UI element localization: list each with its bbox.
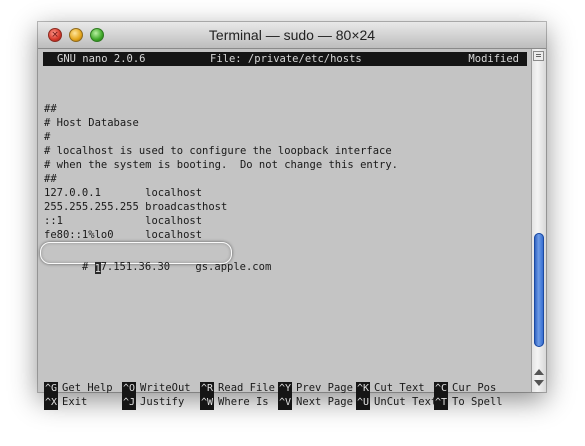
file-line[interactable]: # when the system is booting. Do not cha… [44,158,398,172]
shortcut-label: Cur Pos [452,382,497,394]
scroll-up-arrow-icon[interactable] [534,369,544,375]
shortcut-key: ^X [44,396,59,410]
file-lines[interactable]: ## # Host Database # # localhost is used… [44,102,398,242]
shortcut-exit[interactable]: ^X Exit [44,395,88,410]
shortcut-label: Read File [218,382,275,394]
file-line[interactable]: # localhost is used to configure the loo… [44,144,398,158]
shortcut-label: Where Is [218,396,269,408]
highlighted-line-rest: 7.151.36.30 gs.apple.com [100,261,272,273]
text-cursor: 1 [94,262,101,275]
shortcut-label: Exit [62,396,88,408]
shortcut-label: WriteOut [140,382,191,394]
shortcut-next-page[interactable]: ^V Next Page [278,395,353,410]
shortcut-read-file[interactable]: ^R Read File [200,381,275,396]
shortcut-to-spell[interactable]: ^T To Spell [434,395,503,410]
shortcut-writeout[interactable]: ^O WriteOut [122,381,191,396]
file-line[interactable]: ::1 localhost [44,214,398,228]
shortcut-cut-text[interactable]: ^K Cut Text [356,381,425,396]
shortcut-label: Prev Page [296,382,353,394]
shortcut-cur-pos[interactable]: ^C Cur Pos [434,381,497,396]
shortcut-key: ^K [356,382,371,396]
shortcut-label: Justify [140,396,185,408]
shortcut-justify[interactable]: ^J Justify [122,395,185,410]
terminal-window: × Terminal — sudo — 80×24 GNU nano 2.0.6… [38,22,546,410]
shortcut-key: ^V [278,396,293,410]
vertical-scrollbar[interactable] [531,49,546,392]
nano-header-bar: GNU nano 2.0.6 File: /private/etc/hosts … [43,52,527,66]
shortcut-get-help[interactable]: ^G Get Help [44,381,113,396]
file-line[interactable]: # [44,130,398,144]
shortcut-label: Get Help [62,382,113,394]
highlighted-line-prefix: # [81,261,95,273]
shortcut-key: ^G [44,382,59,396]
shortcut-prev-page[interactable]: ^Y Prev Page [278,381,353,396]
shortcut-key: ^J [122,396,137,410]
shortcut-key: ^O [122,382,137,396]
title-bar[interactable]: × Terminal — sudo — 80×24 [38,22,546,49]
split-pane-icon[interactable] [533,51,544,61]
shortcut-key: ^W [200,396,215,410]
nano-modified-status: Modified [468,53,519,65]
shortcut-label: Cut Text [374,382,425,394]
file-line[interactable]: fe80::1%lo0 localhost [44,228,398,242]
shortcut-key: ^Y [278,382,293,396]
scrollbar-thumb[interactable] [534,233,544,347]
scroll-down-arrow-icon[interactable] [534,380,544,386]
shortcut-label: Next Page [296,396,353,408]
shortcut-key: ^C [434,382,449,396]
shortcut-where-is[interactable]: ^W Where Is [200,395,269,410]
terminal-content[interactable]: GNU nano 2.0.6 File: /private/etc/hosts … [38,49,531,410]
nano-version: GNU nano 2.0.6 [57,53,146,65]
shortcut-key: ^U [356,396,371,410]
cursor-char: 1 [94,263,101,275]
window-title: Terminal — sudo — 80×24 [208,27,376,43]
shortcut-label: UnCut Text [374,396,438,408]
file-line[interactable]: 127.0.0.1 localhost [44,186,398,200]
nano-file-name: File: /private/etc/hosts [210,53,362,65]
highlighted-file-line[interactable]: # 17.151.36.30 gs.apple.com [44,246,271,275]
shortcut-key: ^T [434,396,449,410]
shortcut-key: ^R [200,382,215,396]
shortcut-label: To Spell [452,396,503,408]
file-line[interactable]: # Host Database [44,116,398,130]
file-line[interactable]: ## [44,172,398,186]
shortcut-uncut-text[interactable]: ^U UnCut Text [356,395,438,410]
file-line[interactable]: ## [44,102,398,116]
file-line[interactable]: 255.255.255.255 broadcasthost [44,200,398,214]
